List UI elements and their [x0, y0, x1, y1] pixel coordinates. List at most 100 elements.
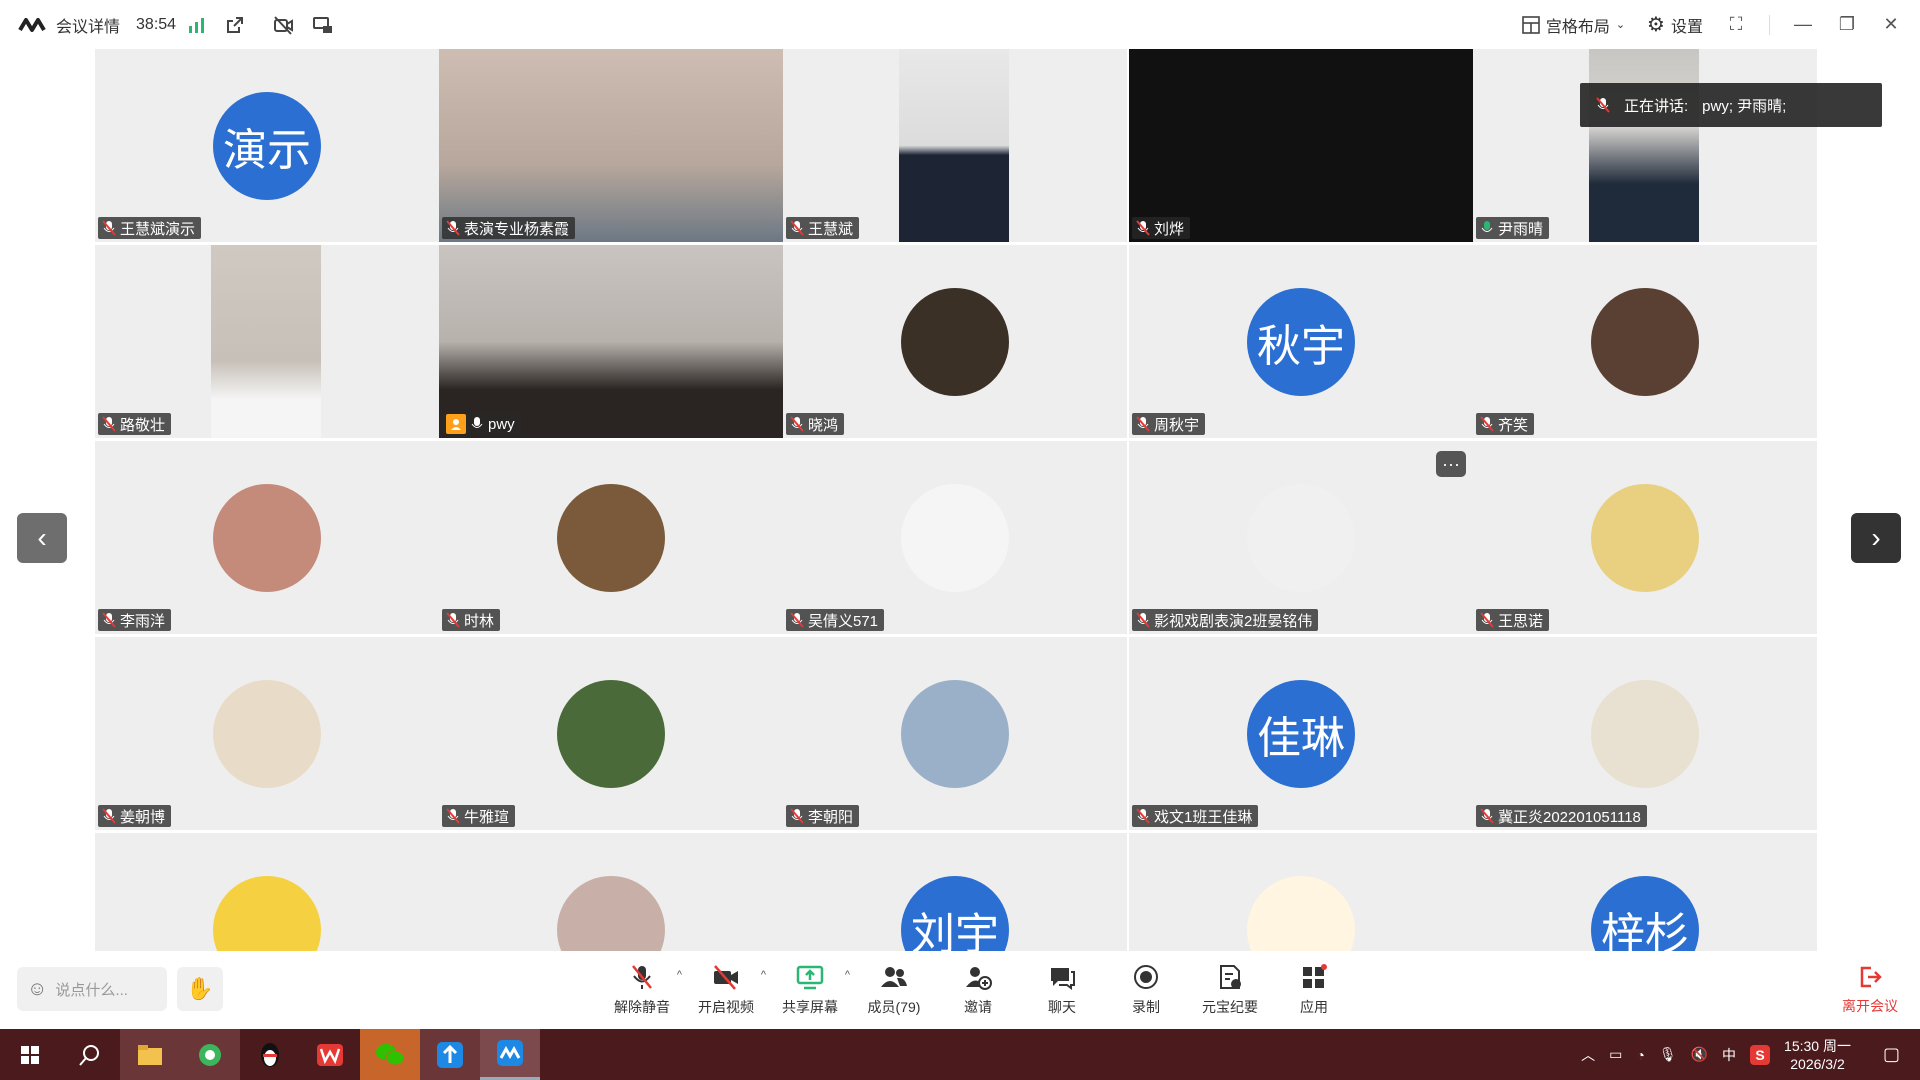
toolbar-button[interactable]: 应用	[1272, 951, 1356, 1029]
chevron-up-icon[interactable]: ︿	[1581, 1045, 1595, 1065]
toolbar-button-label: 邀请	[964, 999, 992, 1015]
avatar: 佳琳	[1247, 679, 1355, 788]
participant-tile[interactable]: 演示 王慧斌演示	[95, 49, 439, 242]
clock[interactable]: 15:30 周一 2026/3/2	[1784, 1037, 1851, 1073]
participant-tile[interactable]: 佳琳戏文1班王佳琳	[1129, 637, 1473, 830]
toolbar-button[interactable]: 聊天	[1020, 951, 1104, 1029]
participant-name-tag: 路敬壮	[98, 413, 172, 435]
participant-tile[interactable]: 晓鸿	[783, 245, 1127, 438]
previous-page-button[interactable]: ‹	[17, 513, 67, 563]
avatar	[901, 483, 1009, 592]
participant-tile[interactable]	[95, 833, 439, 951]
search-button[interactable]	[60, 1029, 120, 1080]
browser-taskbar[interactable]	[180, 1029, 240, 1080]
external-link-icon[interactable]	[224, 14, 246, 36]
mic-muted-icon	[102, 612, 116, 628]
meeting-toolbar: ☺ 说点什么... ✋ 解除静音 ^ 开启视频 ^ 共享屏幕 ^ 成员(79) 邀请 聊天 录制 元…	[0, 951, 1920, 1029]
participant-tile[interactable]: 刘烨	[1129, 49, 1473, 242]
participant-name: 时林	[464, 612, 495, 630]
toolbar-button[interactable]: 解除静音 ^	[600, 951, 684, 1029]
participant-name-tag: 尹雨晴	[1476, 217, 1550, 239]
toolbar-button[interactable]: 开启视频 ^	[684, 951, 768, 1029]
wifi-icon[interactable]: ◔	[1636, 1047, 1644, 1063]
participant-tile[interactable]: 齐笑	[1473, 245, 1817, 438]
qq-taskbar[interactable]	[240, 1029, 300, 1080]
mic-muted-icon	[446, 612, 460, 628]
participant-tile[interactable]: 李朝阳	[783, 637, 1127, 830]
wps-taskbar[interactable]	[300, 1029, 360, 1080]
fullscreen-icon[interactable]: ⛶	[1725, 14, 1747, 36]
more-options-button[interactable]: ···	[1436, 451, 1466, 477]
participant-tile[interactable]: 梓杉	[1473, 833, 1817, 951]
sogou-input-icon[interactable]: S	[1750, 1044, 1771, 1065]
screen-share-lock-icon[interactable]	[312, 14, 334, 36]
toolbar-button-label: 成员(79)	[867, 999, 921, 1015]
ime-indicator[interactable]: 中	[1722, 1045, 1736, 1065]
toolbar-button[interactable]: 元宝纪要	[1188, 951, 1272, 1029]
file-explorer-taskbar[interactable]	[120, 1029, 180, 1080]
minimize-icon[interactable]: —	[1792, 14, 1814, 36]
avatar	[1591, 679, 1699, 788]
participant-tile[interactable]: 吴倩义571	[783, 441, 1127, 634]
toolbar-button[interactable]: 录制	[1104, 951, 1188, 1029]
network-signal-icon[interactable]	[186, 14, 208, 36]
wechat-taskbar[interactable]	[360, 1029, 420, 1080]
participant-tile[interactable]: pwy	[439, 245, 783, 438]
microphone-icon[interactable]: 🎙	[1659, 1046, 1677, 1063]
participant-tile[interactable]: 冀正炎202201051118	[1473, 637, 1817, 830]
tencent-meeting-icon	[497, 1040, 523, 1066]
participant-tile[interactable]: 尹雨晴	[1473, 49, 1817, 242]
avatar	[901, 287, 1009, 396]
notification-icon[interactable]: ▢	[1883, 1044, 1900, 1065]
layout-switch-button[interactable]: 宫格布局 ⌄	[1522, 13, 1625, 37]
participant-tile[interactable]: 王慧斌	[783, 49, 1127, 242]
avatar	[557, 875, 665, 951]
mic-muted-icon	[627, 963, 657, 991]
meeting-info-button[interactable]: 会议详情	[56, 13, 120, 37]
next-page-button[interactable]: ›	[1851, 513, 1901, 563]
video-feed	[211, 245, 321, 438]
settings-button[interactable]: ⚙ 设置	[1647, 12, 1703, 37]
participant-tile[interactable]: 路敬壮	[95, 245, 439, 438]
participant-name-tag: 晓鸿	[786, 413, 845, 435]
leave-meeting-button[interactable]: 离开会议	[1835, 951, 1905, 1029]
participant-tile[interactable]	[439, 833, 783, 951]
volume-muted-icon[interactable]: 🔇	[1691, 1046, 1708, 1063]
app-taskbar[interactable]	[420, 1029, 480, 1080]
participant-name-tag: 戏文1班王佳琳	[1132, 805, 1259, 827]
participant-tile[interactable]: 刘宇	[783, 833, 1127, 951]
battery-icon[interactable]: ▭	[1609, 1046, 1622, 1063]
video-feed	[439, 49, 783, 242]
participant-tile[interactable]: 时林	[439, 441, 783, 634]
toolbar-button[interactable]: 邀请	[936, 951, 1020, 1029]
participant-tile[interactable]: 李雨洋	[95, 441, 439, 634]
participant-tile[interactable]: 牛雅瑄	[439, 637, 783, 830]
chevron-up-icon[interactable]: ^	[761, 969, 766, 981]
participant-tile[interactable]: 表演专业杨素霞	[439, 49, 783, 242]
avatar	[557, 483, 665, 592]
emoji-icon[interactable]: ☺	[27, 978, 47, 1001]
close-icon[interactable]: ✕	[1880, 14, 1902, 36]
video-blocked-icon[interactable]	[272, 14, 294, 36]
raise-hand-button[interactable]: ✋	[177, 967, 223, 1011]
participant-tile[interactable]: 秋宇 周秋宇	[1129, 245, 1473, 438]
mic-muted-icon	[446, 808, 460, 824]
participant-tile[interactable]	[1129, 833, 1473, 951]
participant-tile[interactable]: 姜朝博	[95, 637, 439, 830]
tencent-meeting-taskbar[interactable]	[480, 1029, 540, 1080]
chevron-up-icon[interactable]: ^	[677, 969, 682, 981]
participant-tile[interactable]: 王思诺	[1473, 441, 1817, 634]
chevron-left-icon: ‹	[37, 522, 47, 553]
avatar	[1591, 287, 1699, 396]
clock-time: 15:30 周一	[1784, 1037, 1851, 1054]
start-button[interactable]	[0, 1029, 60, 1080]
mic-muted-icon	[1596, 97, 1610, 113]
restore-icon[interactable]: ❐	[1836, 14, 1858, 36]
mic-muted-icon	[1136, 220, 1150, 236]
quick-chat-input[interactable]: ☺ 说点什么...	[17, 967, 167, 1011]
chevron-up-icon[interactable]: ^	[845, 969, 850, 981]
participant-tile[interactable]: 影视戏剧表演2班晏铭伟	[1129, 441, 1473, 634]
toolbar-button[interactable]: 成员(79)	[852, 951, 936, 1029]
settings-label: 设置	[1670, 18, 1703, 36]
toolbar-button[interactable]: 共享屏幕 ^	[768, 951, 852, 1029]
